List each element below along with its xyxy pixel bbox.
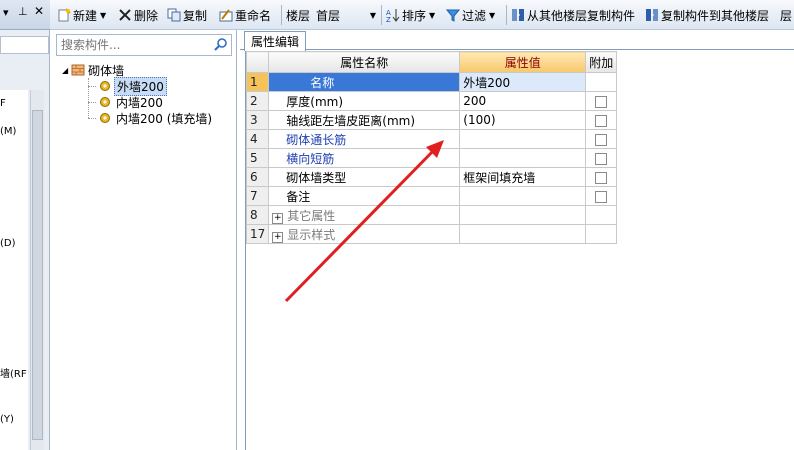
filter-icon: [445, 8, 461, 22]
sort-button[interactable]: AZ 排序 ▼: [386, 6, 436, 25]
copy-from-floor-icon: [511, 8, 525, 22]
scrollbar-thumb[interactable]: [32, 110, 43, 440]
copy-to-other-floor-button[interactable]: 复制构件到其他楼层: [645, 6, 769, 24]
copy-icon: [167, 8, 181, 22]
left-list-fragment: (D): [0, 238, 16, 249]
copy-to-other-floor-label: 复制构件到其他楼层: [661, 8, 770, 23]
left-panel: F (M) (D) 墙(RF (Y): [0, 30, 50, 450]
new-label: 新建: [73, 8, 98, 23]
annotation-arrow: [284, 140, 444, 303]
chevron-down-icon: ▼: [429, 10, 436, 20]
close-icon[interactable]: ✕: [34, 4, 44, 18]
toolbar: ▾ ⊥ ✕ 新建 ▼ 删除 复制 重命名 楼层 首层 ▼ AZ 排序 ▼ 过滤 …: [0, 0, 794, 30]
left-list-fragment: (Y): [0, 414, 14, 425]
new-button[interactable]: 新建 ▼: [57, 6, 106, 24]
left-list-fragment: 墙(RF: [0, 369, 27, 380]
floor-select-value: 首层: [316, 8, 341, 23]
rename-icon: [219, 8, 233, 22]
gear-icon: [98, 95, 112, 109]
chevron-down-icon: ▼: [100, 10, 107, 20]
copy-from-other-floor-label: 从其他楼层复制构件: [527, 8, 636, 23]
tree-item-exterior-wall[interactable]: 外墙200: [88, 76, 167, 96]
filter-label: 过滤: [462, 8, 487, 23]
filter-button[interactable]: 过滤 ▼: [445, 6, 496, 24]
floor-label-text: 楼层: [286, 8, 311, 23]
sort-icon: AZ: [386, 8, 400, 24]
copy-to-floor-icon: [645, 8, 659, 22]
tree-item-infill-wall[interactable]: 内墙200 (填充墙): [88, 110, 212, 126]
toolbar-divider: [381, 5, 382, 25]
delete-label: 删除: [134, 8, 159, 23]
pin-icon[interactable]: ⊥: [18, 5, 28, 18]
floor-label: 楼层: [286, 6, 310, 24]
copy-from-other-floor-button[interactable]: 从其他楼层复制构件: [511, 6, 635, 24]
sort-label: 排序: [402, 8, 427, 23]
left-panel-list: F (M) (D) 墙(RF (Y): [0, 90, 28, 450]
collapse-icon[interactable]: ◢: [62, 66, 68, 75]
property-editor: 属性编辑 属性名称 属性值 附加 1 名称 外墙200 2 厚度(mm) 200 3 轴线距左…: [240, 30, 794, 450]
left-panel-scrollbar[interactable]: [30, 90, 44, 450]
new-icon: [57, 8, 71, 22]
gear-icon: [98, 79, 112, 93]
tree-item-label: 内墙200 (填充墙): [116, 111, 213, 126]
chevron-down-icon: ▼: [489, 10, 496, 20]
toolbar-divider: [506, 5, 507, 25]
tree-item-label: 内墙200: [116, 95, 163, 110]
copy-button[interactable]: 复制: [167, 6, 207, 24]
component-tree-panel: ◢ 砌体墙 外墙200 内墙200 内墙200 (填充墙): [52, 30, 237, 450]
left-list-fragment: (M): [0, 126, 17, 137]
search-input[interactable]: [57, 35, 215, 55]
left-panel-field[interactable]: [0, 36, 49, 54]
arrow-shaft: [284, 146, 438, 303]
rename-label: 重命名: [235, 8, 272, 23]
left-panel-header: ▾ ⊥ ✕: [0, 0, 50, 30]
toolbar-divider: [281, 5, 282, 25]
svg-text:Z: Z: [386, 16, 391, 22]
delete-button[interactable]: 删除: [118, 6, 158, 24]
copy-label: 复制: [183, 8, 208, 23]
search-icon[interactable]: [214, 37, 228, 54]
dropdown-icon[interactable]: ▾: [3, 6, 9, 19]
rename-button[interactable]: 重命名: [219, 6, 271, 24]
tree-item-interior-wall[interactable]: 内墙200: [88, 94, 163, 110]
search-box: [56, 34, 232, 56]
delete-icon: [118, 8, 132, 22]
brick-wall-icon: [71, 63, 85, 77]
chevron-down-icon: ▼: [369, 10, 376, 20]
left-list-fragment: F: [0, 98, 6, 109]
gear-icon: [98, 111, 112, 125]
floor-select[interactable]: 首层 ▼: [316, 6, 378, 24]
toolbar-overflow-text[interactable]: 层: [780, 6, 792, 24]
